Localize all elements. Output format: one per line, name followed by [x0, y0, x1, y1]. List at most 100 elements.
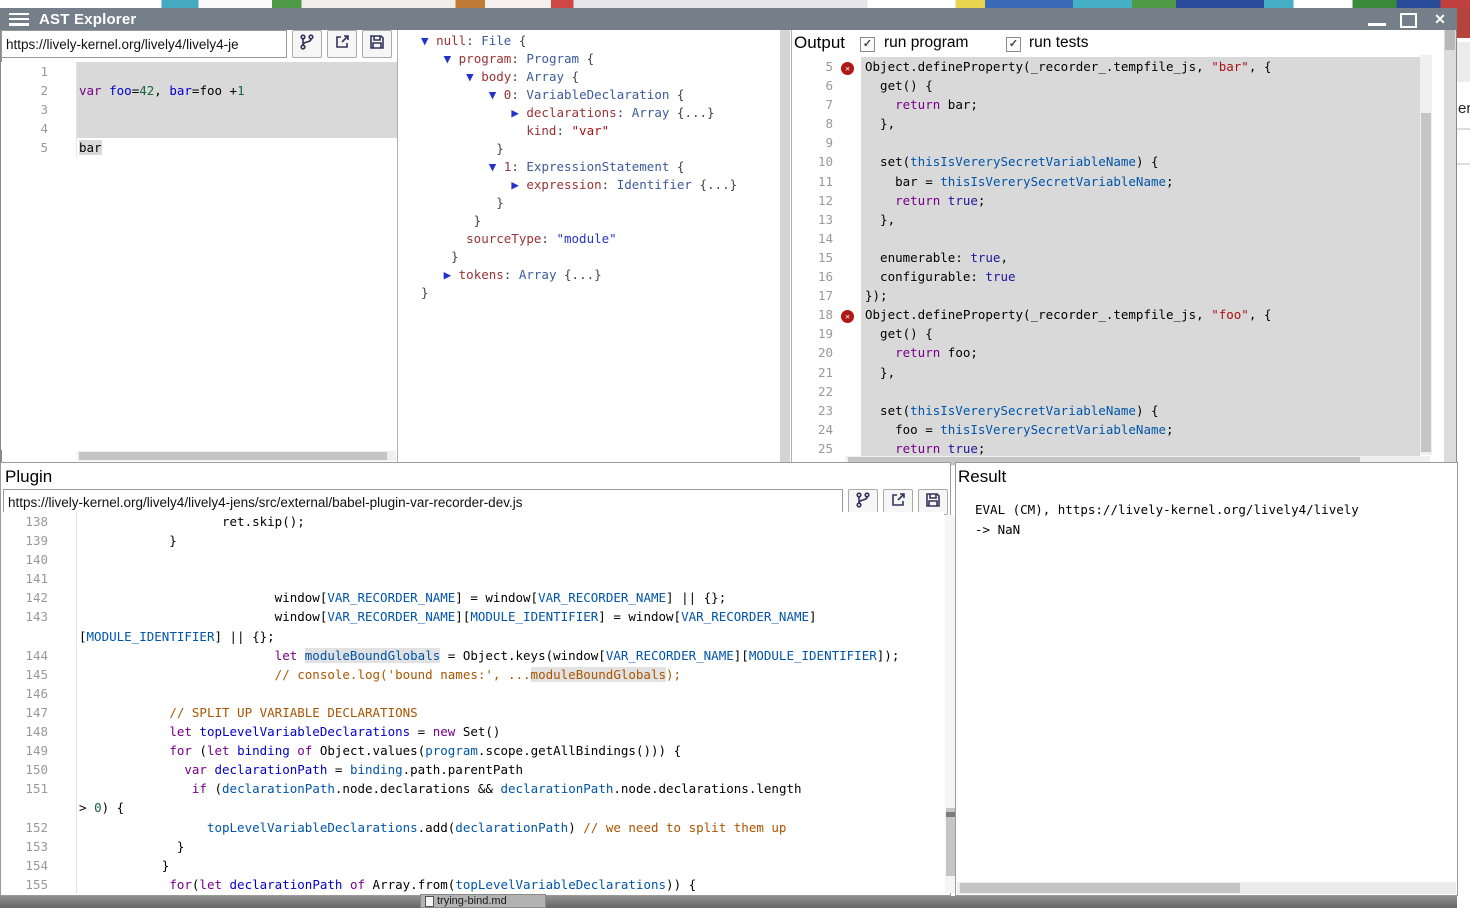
code-line: [MODULE_IDENTIFIER] || {};	[1, 627, 944, 646]
source-hscrollbar-thumb[interactable]	[79, 452, 387, 460]
ast-tree-scrollbar[interactable]	[780, 30, 790, 462]
branch-button[interactable]	[292, 30, 322, 58]
code-line: 17});	[793, 286, 1420, 305]
gutter-marker-cell	[839, 324, 861, 343]
gutter-marker-cell	[839, 420, 861, 439]
code-line: 4	[1, 119, 397, 138]
source-hscrollbar[interactable]	[77, 451, 396, 461]
result-hscrollbar-thumb[interactable]	[960, 883, 1240, 893]
code-line: 143 window[VAR_RECORDER_NAME][MODULE_IDE…	[1, 607, 944, 626]
run-tests-checkbox[interactable]: ✓	[1006, 37, 1021, 52]
code-line: }	[421, 248, 791, 266]
line-number: 2	[1, 81, 77, 100]
code-line: 16 configurable: true	[793, 267, 1420, 286]
code-line-text: ▼ null: File {	[421, 32, 791, 50]
code-line-text: window[VAR_RECORDER_NAME] = window[VAR_R…	[77, 588, 944, 607]
output-editor[interactable]: 5✕Object.defineProperty(_recorder_.tempf…	[793, 57, 1420, 466]
save-button[interactable]	[362, 30, 392, 58]
line-number: 4	[1, 119, 77, 138]
source-editor[interactable]: 12var foo=42, bar=foo +1345bar	[1, 62, 397, 450]
code-line-text: },	[861, 210, 1420, 229]
line-number: 5	[793, 57, 839, 76]
maximize-button[interactable]	[1400, 13, 1417, 28]
code-line-text	[77, 684, 944, 703]
background-window-text: er	[1458, 100, 1470, 117]
code-line-text: get() {	[861, 324, 1420, 343]
code-line-text	[861, 133, 1420, 152]
line-number: 12	[793, 191, 839, 210]
bottom-tab-trying-bind[interactable]: trying-bind.md	[420, 894, 546, 908]
code-line-text: sourceType: "module"	[421, 230, 791, 248]
output-pane-title: Output	[794, 33, 845, 53]
line-number: 21	[793, 363, 839, 382]
run-program-checkbox[interactable]: ✓	[860, 37, 875, 52]
line-number: 1	[1, 62, 77, 81]
code-line-text: ret.skip();	[77, 512, 944, 531]
code-line-text: window[VAR_RECORDER_NAME][MODULE_IDENTIF…	[77, 607, 944, 626]
code-line-text: enumerable: true,	[861, 248, 1420, 267]
line-number: 9	[793, 133, 839, 152]
save-icon	[925, 492, 941, 513]
code-line-text: bar = thisIsVererySecretVariableName;	[861, 172, 1420, 191]
code-line-text: for(let declarationPath of Array.from(to…	[77, 875, 944, 894]
code-line: 147 // SPLIT UP VARIABLE DECLARATIONS	[1, 703, 944, 722]
output-vscrollbar[interactable]	[1420, 55, 1432, 455]
gutter-marker-cell	[839, 229, 861, 248]
line-number: 142	[1, 588, 77, 607]
open-external-button[interactable]	[327, 30, 357, 58]
plugin-pane-title: Plugin	[5, 467, 52, 487]
result-hscrollbar[interactable]	[957, 882, 1456, 894]
code-line: }	[421, 284, 791, 302]
line-number: 11	[793, 172, 839, 191]
gutter-marker-cell	[839, 172, 861, 191]
gutter-marker-cell	[839, 133, 861, 152]
code-line: 14	[793, 229, 1420, 248]
run-tests-label[interactable]: run tests	[1029, 34, 1088, 52]
code-line: 152 topLevelVariableDeclarations.add(dec…	[1, 818, 944, 837]
gutter-marker-cell: ✕	[839, 305, 861, 324]
code-line-text: }	[77, 531, 944, 550]
ast-tree-view[interactable]: ▼ null: File { ▼ program: Program { ▼ bo…	[408, 32, 791, 460]
line-number: 141	[1, 569, 77, 588]
code-line: 8 },	[793, 114, 1420, 133]
code-line-text: // console.log('bound names:', ...module…	[77, 665, 944, 684]
code-line: 9	[793, 133, 1420, 152]
line-number: 146	[1, 684, 77, 703]
code-line-text	[77, 62, 397, 81]
background-stripe	[1457, 163, 1470, 165]
run-program-label[interactable]: run program	[884, 34, 968, 52]
code-line: ▼ 0: VariableDeclaration {	[421, 86, 791, 104]
code-line-text: for (let binding of Object.values(progra…	[77, 741, 944, 760]
code-line: 154 }	[1, 856, 944, 875]
output-vscrollbar-thumb[interactable]	[1421, 113, 1431, 452]
code-line-text: },	[861, 114, 1420, 133]
code-line-text: }	[421, 248, 791, 266]
code-line-text: ▶ tokens: Array {...}	[421, 266, 791, 284]
code-line: 7 return bar;	[793, 95, 1420, 114]
line-number: 18	[793, 305, 839, 324]
hamburger-menu-icon[interactable]	[9, 13, 29, 26]
line-number: 149	[1, 741, 77, 760]
code-line: ▼ null: File {	[421, 32, 791, 50]
code-line: ▶ tokens: Array {...}	[421, 266, 791, 284]
plugin-editor[interactable]: 138 ret.skip();139 }140141142 window[VAR…	[1, 512, 944, 894]
line-number: 150	[1, 760, 77, 779]
line-number: 154	[1, 856, 77, 875]
gutter-marker-cell	[839, 267, 861, 286]
code-line-text: }	[421, 194, 791, 212]
line-number	[1, 627, 77, 646]
line-number: 14	[793, 229, 839, 248]
window-vscrollbar-thumb[interactable]	[1445, 30, 1455, 50]
gutter-marker-cell	[839, 210, 861, 229]
code-line-text: ▼ 0: VariableDeclaration {	[421, 86, 791, 104]
code-line-text: });	[861, 286, 1420, 305]
desktop-wallpaper-strip	[0, 0, 1470, 8]
minimize-button[interactable]	[1368, 11, 1386, 26]
gutter-marker-cell	[839, 76, 861, 95]
gutter-marker-cell	[839, 152, 861, 171]
line-number: 3	[1, 100, 77, 119]
code-line: sourceType: "module"	[421, 230, 791, 248]
close-button[interactable]: ✕	[1431, 11, 1449, 28]
code-line: 18✕Object.defineProperty(_recorder_.temp…	[793, 305, 1420, 324]
source-url-input[interactable]	[1, 30, 287, 58]
